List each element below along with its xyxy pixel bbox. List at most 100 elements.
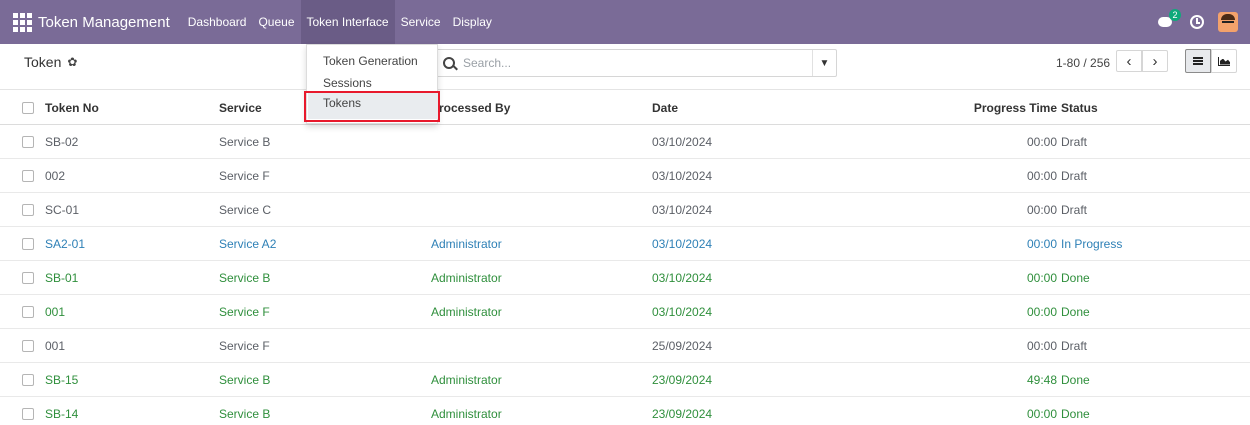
cell-date: 03/10/2024 [652,169,713,183]
cell-status: Draft [1061,169,1088,183]
table-row[interactable]: SB-02 Service B 03/10/2024 00:00 Draft [0,125,1250,159]
cell-progress-time: 00:00 [1026,169,1057,183]
search-options-toggle[interactable]: ▼ [812,50,836,76]
cell-processed-by: Administrator [431,237,502,251]
cell-progress-time: 00:00 [1026,203,1057,217]
cell-token-no: SB-01 [45,271,79,285]
list-view-button[interactable] [1185,49,1211,73]
table-row[interactable]: SA2-01 Service A2 Administrator 03/10/2024 0… [0,227,1250,261]
cell-progress-time: 00:00 [1026,135,1057,149]
cell-progress-time: 49:48 [1026,373,1057,387]
app-name[interactable]: Token Management [38,14,170,31]
cell-status: Done [1061,373,1090,387]
cell-date: 23/09/2024 [652,373,713,387]
pager-next-button[interactable]: › [1142,50,1168,72]
cell-token-no: SB-14 [45,407,79,421]
cell-token-no: 001 [45,339,66,353]
list-icon [1193,57,1203,65]
cell-service: Service B [219,407,271,421]
cell-status: Done [1061,305,1090,319]
row-checkbox[interactable] [22,238,34,250]
table-row[interactable]: SB-01 Service B Administrator 03/10/2024 00:… [0,261,1250,295]
breadcrumb: Token ✿ [24,54,77,70]
cell-service: Service C [219,203,272,217]
row-checkbox[interactable] [22,170,34,182]
pager-previous-button[interactable]: ‹ [1116,50,1142,72]
cell-service: Service B [219,135,271,149]
top-navbar: Token Management Dashboard Queue Token I… [0,0,1250,44]
table-row[interactable]: 001 Service F Administrator 03/10/2024 00:00… [0,295,1250,329]
cell-status: Draft [1061,135,1088,149]
cell-progress-time: 00:00 [1026,237,1057,251]
table-header-row: Token No Service Processed By Date Progr… [0,91,1250,125]
menu-token-interface[interactable]: Token Interface [300,0,395,44]
dropdown-item-sessions[interactable]: Sessions [323,76,372,90]
cell-token-no: SB-02 [45,135,79,149]
main-menu: Dashboard Queue Token Interface Service … [182,0,498,44]
row-checkbox[interactable] [22,272,34,284]
cell-date: 03/10/2024 [652,135,713,149]
header-token-no[interactable]: Token No [45,91,99,125]
search-input[interactable] [463,56,803,70]
cell-token-no: SA2-01 [45,237,86,251]
cell-progress-time: 00:00 [1026,407,1057,421]
header-progress-time[interactable]: Progress Time [974,91,1057,125]
dropdown-item-token-generation[interactable]: Token Generation [323,54,418,68]
tokens-table: Token No Service Processed By Date Progr… [0,91,1250,425]
cell-status: Draft [1061,339,1088,353]
cell-token-no: 001 [45,305,66,319]
table-row[interactable]: 002 Service F 03/10/2024 00:00 Draft [0,159,1250,193]
cell-service: Service F [219,339,270,353]
cell-service: Service F [219,169,270,183]
header-status[interactable]: Status [1061,91,1098,125]
cell-token-no: 002 [45,169,66,183]
cell-date: 03/10/2024 [652,305,713,319]
menu-service[interactable]: Service [395,0,447,44]
header-date[interactable]: Date [652,91,678,125]
header-service[interactable]: Service [219,91,262,125]
cell-processed-by: Administrator [431,305,502,319]
row-checkbox[interactable] [22,306,34,318]
cell-progress-time: 00:00 [1026,271,1057,285]
chat-icon[interactable]: 2 [1158,9,1181,29]
cell-date: 03/10/2024 [652,203,713,217]
row-checkbox[interactable] [22,136,34,148]
table-row[interactable]: 001 Service F 25/09/2024 00:00 Draft [0,329,1250,363]
table-row[interactable]: SC-01 Service C 03/10/2024 00:00 Draft [0,193,1250,227]
area-chart-icon [1218,56,1230,66]
menu-queue[interactable]: Queue [252,0,300,44]
cell-status: In Progress [1061,237,1123,251]
cell-status: Done [1061,407,1090,421]
menu-dashboard[interactable]: Dashboard [182,0,253,44]
search-icon [443,57,455,69]
control-panel: Token ✿ ▼ 1-80 / 256 ‹ › [0,44,1250,90]
cell-progress-time: 00:00 [1026,339,1057,353]
pager-value[interactable]: 1-80 / 256 [1056,56,1110,70]
cell-service: Service B [219,373,271,387]
table-row[interactable]: SB-15 Service B Administrator 23/09/2024 49:… [0,363,1250,397]
highlight-box [304,91,440,122]
cell-token-no: SC-01 [45,203,80,217]
select-all-checkbox[interactable] [22,102,34,114]
cell-service: Service F [219,305,270,319]
menu-display[interactable]: Display [447,0,498,44]
cell-processed-by: Administrator [431,407,502,421]
row-checkbox[interactable] [22,408,34,420]
cell-status: Done [1061,271,1090,285]
cell-date: 25/09/2024 [652,339,713,353]
activity-clock-icon[interactable] [1190,15,1204,29]
chat-badge: 2 [1169,9,1181,21]
navbar-systray: 2 [1158,0,1250,44]
header-processed-by[interactable]: Processed By [431,91,510,125]
user-avatar[interactable] [1218,12,1238,32]
cell-processed-by: Administrator [431,373,502,387]
cell-progress-time: 00:00 [1026,305,1057,319]
graph-view-button[interactable] [1211,49,1237,73]
gear-icon[interactable]: ✿ [67,55,77,69]
table-row[interactable]: SB-14 Service B Administrator 23/09/2024 00:… [0,397,1250,425]
row-checkbox[interactable] [22,374,34,386]
cell-service: Service B [219,271,271,285]
cell-date: 03/10/2024 [652,237,713,251]
row-checkbox[interactable] [22,340,34,352]
row-checkbox[interactable] [22,204,34,216]
